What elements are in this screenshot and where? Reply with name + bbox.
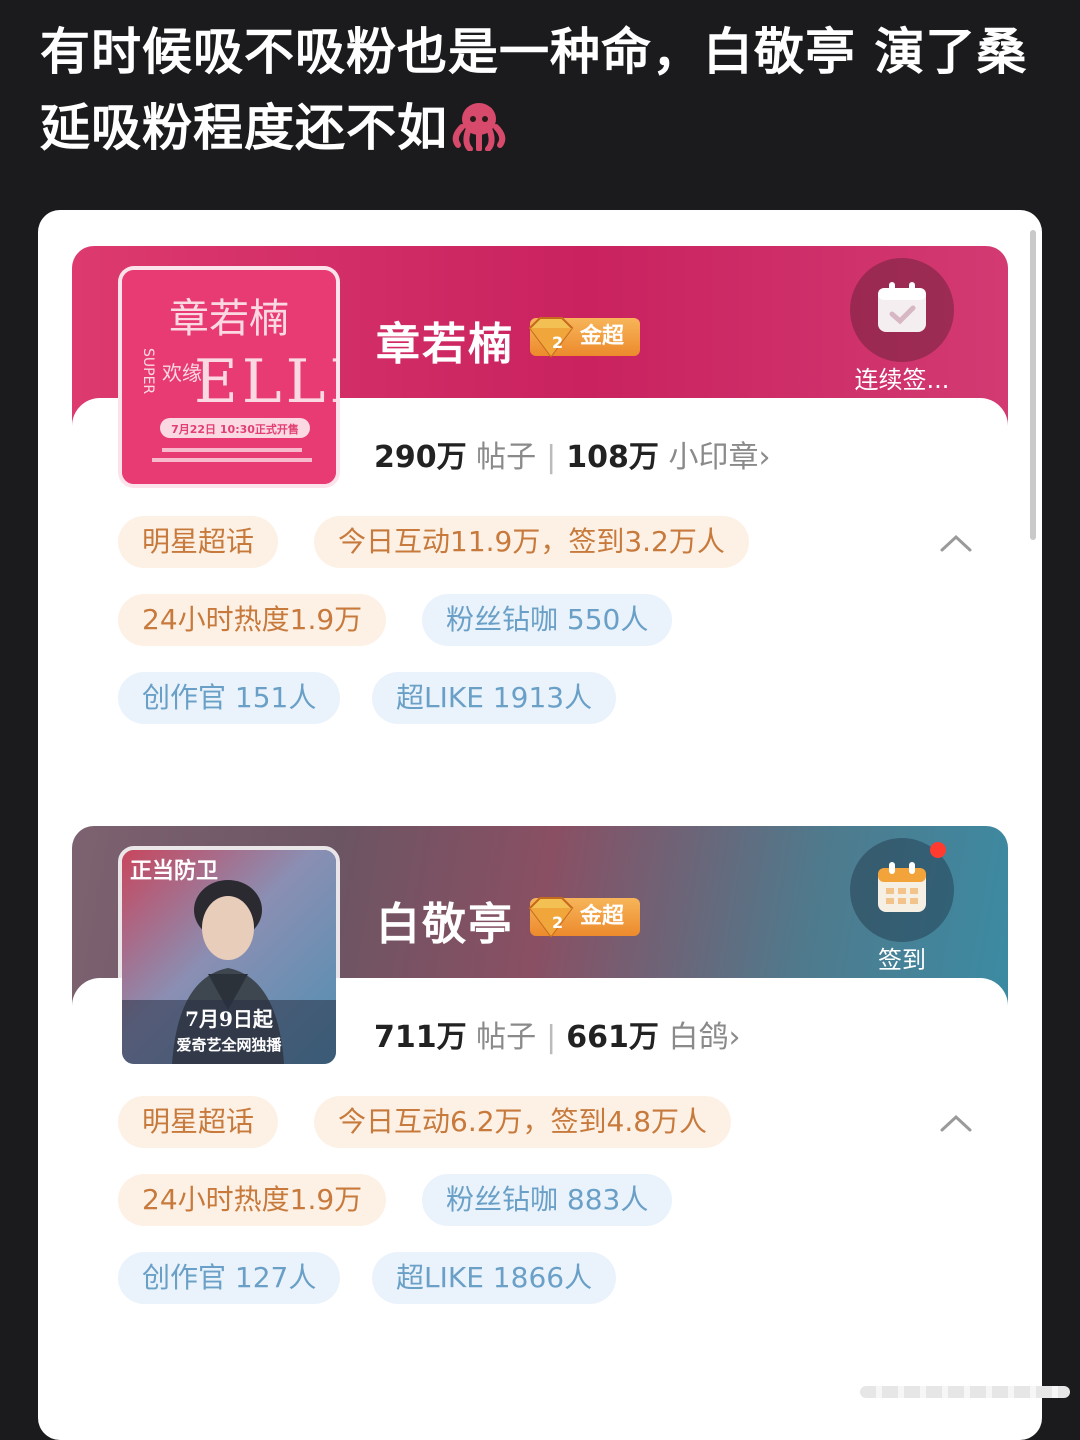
card-body: 正当防卫 7月9日起 爱奇艺全网独播 711万 帖子 | 661万 白鸽› 明星超话… bbox=[72, 846, 1008, 1358]
badge-label: 金超 bbox=[580, 324, 625, 349]
card-body: 章若楠 SUPER 欢缘 ELLE 7月22日 10:30正式开售 290万 帖… bbox=[72, 266, 1008, 778]
cover-date: 7月22日 10:30正式开售 bbox=[171, 422, 299, 436]
super-topic-card[interactable]: 章若楠 2 金超 连续签... 章若楠 SUPER 欢缘 ELLE 7月22日 … bbox=[72, 246, 1008, 778]
cover-platform: 爱奇艺全网独播 bbox=[176, 1036, 282, 1054]
checkin-label[interactable]: 签到 bbox=[832, 940, 972, 975]
tag-creators[interactable]: 创作官 127人 bbox=[118, 1252, 341, 1304]
watermark-bar bbox=[860, 1386, 1070, 1398]
topic-stats: 711万 帖子 | 661万 白鸽› bbox=[374, 1012, 740, 1056]
cover-brand: ELLE bbox=[194, 347, 336, 417]
super-topic-card[interactable]: 白敬亭 2 金超 签到 正当防卫 7月9日起 爱奇艺全网独播 711万 帖子 |… bbox=[72, 826, 1008, 1358]
fans-count[interactable]: 661万 bbox=[566, 1020, 659, 1055]
cover-title: 正当防卫 bbox=[130, 858, 218, 884]
topic-stats: 290万 帖子 | 108万 小印章› bbox=[374, 432, 770, 476]
gold-super-badge: 2 金超 bbox=[528, 897, 640, 938]
cover-date: 7月9日起 bbox=[185, 1007, 274, 1031]
post-title-text: 有时候吸不吸粉也是一种命，白敬亭 演了桑延吸粉程度还不如 bbox=[40, 23, 1028, 157]
posts-count: 711万 bbox=[374, 1020, 467, 1055]
fans-label[interactable]: 小印章 bbox=[668, 440, 758, 475]
post-title: 有时候吸不吸粉也是一种命，白敬亭 演了桑延吸粉程度还不如 bbox=[40, 14, 1040, 166]
diamond-icon: 2 bbox=[528, 317, 574, 358]
diamond-icon: 2 bbox=[528, 897, 574, 938]
cover-artwork: 章若楠 SUPER 欢缘 ELLE 7月22日 10:30正式开售 bbox=[122, 270, 336, 484]
tag-24h-heat[interactable]: 24小时热度1.9万 bbox=[118, 1174, 387, 1226]
topic-name[interactable]: 白敬亭 bbox=[376, 888, 514, 952]
octopus-emoji-icon bbox=[448, 96, 510, 152]
calendar-check-icon bbox=[878, 282, 926, 332]
svg-text:2: 2 bbox=[552, 913, 563, 932]
tag-today-activity[interactable]: 今日互动11.9万，签到3.2万人 bbox=[314, 516, 749, 568]
cover-artwork: 正当防卫 7月9日起 爱奇艺全网独播 bbox=[122, 850, 336, 1064]
posts-label: 帖子 bbox=[476, 440, 537, 475]
tag-creators[interactable]: 创作官 151人 bbox=[118, 672, 341, 724]
scrollbar[interactable] bbox=[1030, 230, 1036, 540]
badge-label: 金超 bbox=[580, 904, 625, 929]
tag-fan-vip[interactable]: 粉丝钻咖 550人 bbox=[422, 594, 673, 646]
calendar-icon bbox=[878, 862, 926, 912]
topic-cover-image[interactable]: 正当防卫 7月9日起 爱奇艺全网独播 bbox=[118, 846, 340, 1068]
fans-count[interactable]: 108万 bbox=[566, 440, 659, 475]
super-topic-panel: 章若楠 2 金超 连续签... 章若楠 SUPER 欢缘 ELLE 7月22日 … bbox=[38, 210, 1042, 1440]
tag-today-activity[interactable]: 今日互动6.2万，签到4.8万人 bbox=[314, 1096, 732, 1148]
chevron-up-icon[interactable] bbox=[938, 1112, 974, 1134]
checkin-label[interactable]: 连续签... bbox=[832, 360, 972, 395]
chevron-right-icon[interactable]: › bbox=[728, 1020, 740, 1055]
svg-text:2: 2 bbox=[552, 333, 563, 352]
gold-super-badge: 2 金超 bbox=[528, 317, 640, 358]
stats-divider: | bbox=[546, 1020, 557, 1055]
notification-dot bbox=[930, 842, 946, 858]
tag-category[interactable]: 明星超话 bbox=[118, 516, 279, 568]
fans-label[interactable]: 白鸽 bbox=[668, 1020, 728, 1055]
cover-side-text: SUPER bbox=[140, 348, 156, 394]
tag-category[interactable]: 明星超话 bbox=[118, 1096, 279, 1148]
tag-24h-heat[interactable]: 24小时热度1.9万 bbox=[118, 594, 387, 646]
chevron-right-icon[interactable]: › bbox=[758, 440, 770, 475]
topic-cover-image[interactable]: 章若楠 SUPER 欢缘 ELLE 7月22日 10:30正式开售 bbox=[118, 266, 340, 488]
tag-fan-vip[interactable]: 粉丝钻咖 883人 bbox=[422, 1174, 673, 1226]
stats-divider: | bbox=[546, 440, 557, 475]
checkin-button[interactable] bbox=[850, 258, 954, 362]
tag-superlike[interactable]: 超LIKE 1866人 bbox=[372, 1252, 617, 1304]
tag-superlike[interactable]: 超LIKE 1913人 bbox=[372, 672, 617, 724]
checkin-button[interactable] bbox=[850, 838, 954, 942]
posts-label: 帖子 bbox=[476, 1020, 537, 1055]
topic-name[interactable]: 章若楠 bbox=[376, 308, 514, 372]
posts-count: 290万 bbox=[374, 440, 467, 475]
cover-title: 章若楠 bbox=[169, 296, 289, 342]
chevron-up-icon[interactable] bbox=[938, 532, 974, 554]
